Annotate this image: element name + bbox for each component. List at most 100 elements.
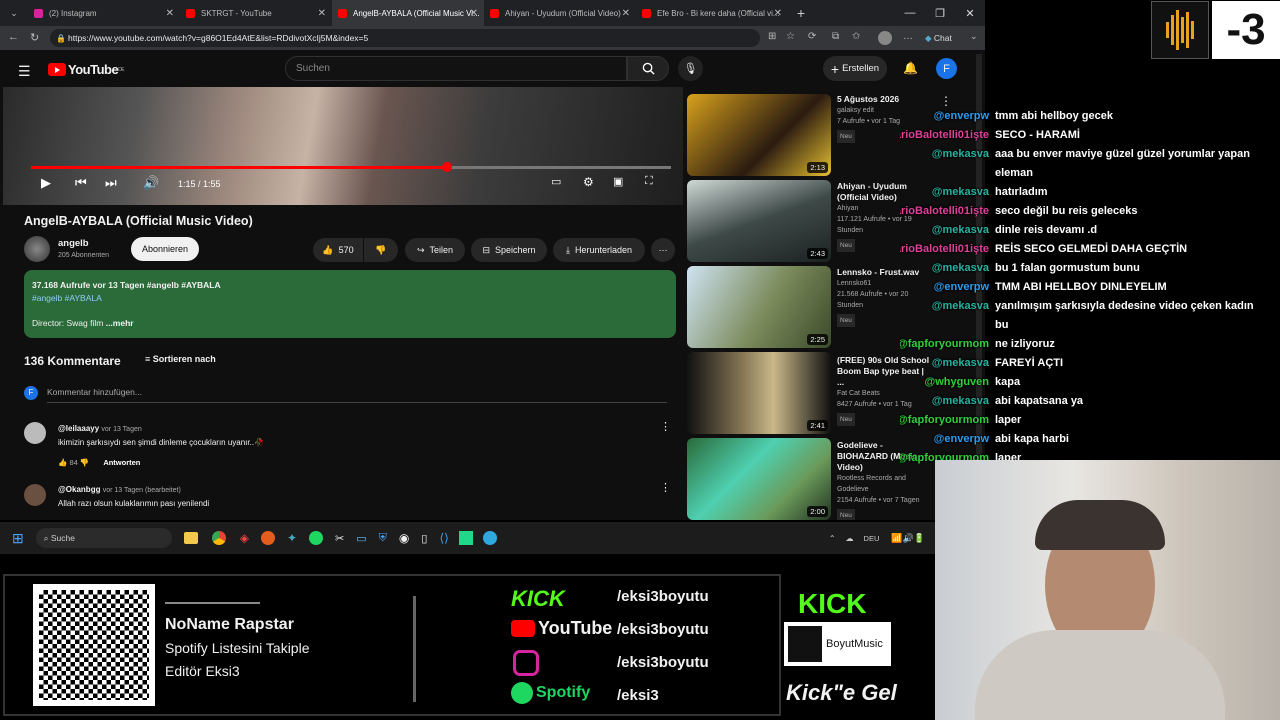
- copilot-chat-button[interactable]: ◆ Chat: [925, 33, 952, 44]
- tray-icon[interactable]: ☁: [846, 534, 854, 543]
- boyutmusic-label: BoyutMusic: [826, 638, 883, 650]
- tab-aybala[interactable]: AngelB-AYBALA (Official Music Vi... ✕: [332, 0, 484, 26]
- close-icon[interactable]: ✕: [470, 8, 478, 19]
- chat-username: @enverpw: [933, 281, 989, 293]
- settings-gear-icon[interactable]: ⚙: [583, 175, 594, 189]
- download-button[interactable]: ⤓ Herunterladen: [553, 238, 645, 262]
- split-icon[interactable]: ⧉: [832, 31, 839, 42]
- shield-icon[interactable]: ⛨: [379, 532, 387, 545]
- youtube-icon: [338, 8, 347, 18]
- close-icon[interactable]: ✕: [166, 8, 174, 19]
- hamburger-menu-icon[interactable]: ☰: [18, 63, 31, 80]
- close-icon[interactable]: ✕: [774, 8, 782, 19]
- play-icon[interactable]: ▶: [41, 175, 51, 191]
- chevron-down-icon[interactable]: ⌄: [970, 31, 978, 42]
- new-tab-icon[interactable]: +: [788, 5, 814, 21]
- reload-icon[interactable]: ↻: [30, 31, 39, 44]
- tab-menu-icon[interactable]: ⌄: [0, 8, 28, 19]
- app-icon[interactable]: ✦: [287, 531, 297, 545]
- search-button[interactable]: [627, 56, 669, 81]
- notifications-bell-icon[interactable]: 🔔: [903, 61, 918, 75]
- network-volume-battery-icons[interactable]: 📶🔊🔋: [891, 533, 925, 544]
- commenter-avatar[interactable]: [24, 422, 46, 444]
- reply-button[interactable]: Antworten: [103, 458, 140, 467]
- suggested-thumbnail[interactable]: 2:41: [687, 352, 831, 434]
- thumbs-down-icon[interactable]: 👎: [80, 458, 89, 467]
- fullscreen-icon[interactable]: ⛶: [645, 175, 653, 188]
- vscode-icon[interactable]: ⟨⟩: [439, 531, 448, 545]
- theater-mode-icon[interactable]: ▣: [613, 175, 623, 188]
- progress-bar[interactable]: [31, 162, 671, 172]
- app-icon[interactable]: ◈: [240, 531, 249, 545]
- download-icon: ⤓: [565, 244, 570, 255]
- description-tags[interactable]: #angelb #AYBALA: [32, 292, 668, 305]
- tab-efebro[interactable]: Efe Bro - Bi kere daha (Official vi... ✕: [636, 0, 788, 26]
- comment-author[interactable]: @Okanbgg: [58, 485, 100, 494]
- chat-text: abi kapatsana ya: [995, 395, 1084, 407]
- channel-avatar[interactable]: [24, 236, 50, 262]
- subscribe-button[interactable]: Abonnieren: [131, 237, 199, 261]
- save-button[interactable]: ⊟ Speichern: [471, 238, 547, 262]
- reader-icon[interactable]: ⊞: [768, 31, 776, 42]
- edge-icon[interactable]: [482, 531, 497, 545]
- brave-icon[interactable]: [260, 531, 275, 545]
- taskbar-search[interactable]: ⌕ Suche: [35, 528, 172, 548]
- more-actions-button[interactable]: ⋯: [651, 238, 675, 262]
- suggested-menu-icon[interactable]: ⋮: [940, 94, 952, 108]
- progress-scrubber[interactable]: [442, 162, 452, 172]
- url-field[interactable]: 🔒 https://www.youtube.com/watch?v=g86O1Ed…: [50, 29, 760, 47]
- suggested-thumbnail[interactable]: 2:13: [687, 94, 831, 176]
- channel-name[interactable]: angelb: [58, 238, 89, 249]
- notepad-icon[interactable]: ▯: [421, 532, 427, 545]
- suggested-thumbnail[interactable]: 2:00: [687, 438, 831, 520]
- thumbs-up-icon[interactable]: 👍: [58, 458, 67, 467]
- spotify-icon[interactable]: [309, 531, 324, 545]
- like-button[interactable]: 👍 570: [313, 238, 363, 262]
- suggested-thumbnail[interactable]: 2:43: [687, 180, 831, 262]
- share-button[interactable]: ↪ Teilen: [405, 238, 465, 262]
- tab-ahiyan[interactable]: Ahiyan - Uyudum (Official Video) ✕: [484, 0, 636, 26]
- volume-icon[interactable]: 🔊: [143, 175, 159, 191]
- tab-instagram[interactable]: (2) Instagram ✕: [28, 0, 180, 26]
- add-comment-input[interactable]: Kommentar hinzufügen...: [47, 387, 667, 403]
- language-indicator[interactable]: DEU: [864, 534, 880, 543]
- tray-chevron-icon[interactable]: ⌃: [829, 534, 836, 543]
- search-input[interactable]: Suchen: [285, 56, 627, 81]
- dislike-button[interactable]: 👎: [364, 238, 398, 262]
- app-icon[interactable]: ▭: [356, 532, 366, 545]
- subtitles-icon[interactable]: ▭: [551, 175, 561, 188]
- account-avatar[interactable]: F: [936, 58, 957, 79]
- capcut-icon[interactable]: ✂: [335, 532, 344, 545]
- comment-author[interactable]: @leilaaayy: [58, 424, 99, 433]
- profile-avatar[interactable]: [878, 31, 892, 45]
- previous-icon[interactable]: ⏮: [75, 175, 87, 191]
- sort-button[interactable]: ≡ Sortieren nach: [145, 354, 216, 364]
- chrome-icon[interactable]: [211, 531, 226, 545]
- video-player[interactable]: ▶ ⏮ ⏭ 🔊 1:15 / 1:55 ▭ ⚙ ▣ ⛶: [3, 87, 683, 205]
- comment-menu-icon[interactable]: ⋮: [660, 420, 671, 433]
- description-box[interactable]: 37.168 Aufrufe vor 13 Tagen #angelb #AYB…: [24, 270, 676, 338]
- next-icon[interactable]: ⏭: [105, 175, 117, 191]
- close-icon[interactable]: ✕: [622, 8, 630, 19]
- back-icon[interactable]: ←: [8, 31, 19, 43]
- extensions-icon[interactable]: ⟳: [808, 31, 816, 42]
- suggested-thumbnail[interactable]: 2:25: [687, 266, 831, 348]
- tab-sktrgt[interactable]: SKTRGT - YouTube ✕: [180, 0, 332, 26]
- favorite-star-icon[interactable]: ☆: [786, 31, 795, 42]
- close-icon[interactable]: ✕: [318, 8, 326, 19]
- window-close-icon[interactable]: ✕: [955, 0, 985, 26]
- file-explorer-icon[interactable]: [183, 532, 198, 544]
- maximize-icon[interactable]: ❐: [925, 0, 955, 26]
- pycharm-icon[interactable]: [458, 531, 473, 545]
- windows-start-icon[interactable]: ⊞: [12, 530, 24, 547]
- minimize-icon[interactable]: —: [895, 0, 925, 26]
- favorites-icon[interactable]: ✩: [852, 31, 860, 42]
- voice-search-button[interactable]: 🎙: [678, 56, 703, 81]
- show-more-link[interactable]: ...mehr: [106, 318, 134, 328]
- commenter-avatar[interactable]: [24, 484, 46, 506]
- obs-icon[interactable]: ◉: [399, 531, 409, 545]
- create-button[interactable]: + Erstellen: [823, 56, 887, 81]
- youtube-logo[interactable]: YouTube DE: [48, 62, 125, 77]
- more-icon[interactable]: …: [903, 31, 913, 42]
- comment-menu-icon[interactable]: ⋮: [660, 481, 671, 494]
